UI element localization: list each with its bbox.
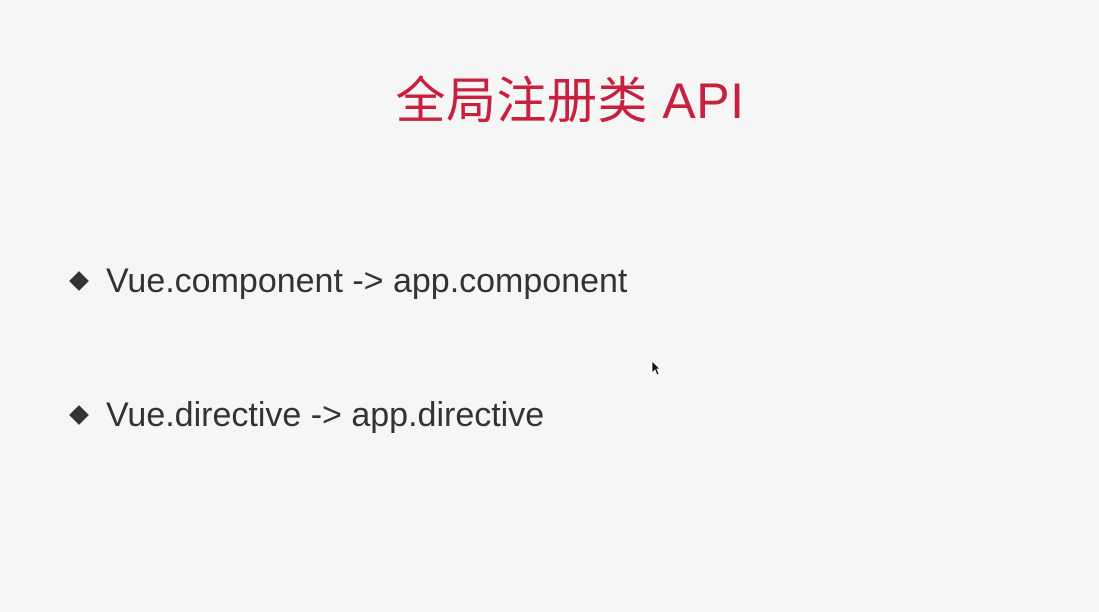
bullet-item-directive: Vue.directive -> app.directive — [66, 389, 627, 441]
bullet-list: Vue.component -> app.component Vue.direc… — [66, 255, 627, 441]
mouse-pointer-icon — [651, 360, 660, 376]
diamond-bullet-icon — [66, 268, 92, 294]
diamond-bullet-icon — [66, 402, 92, 428]
presentation-slide: 全局注册类 API Vue.component -> app.component… — [0, 0, 1099, 612]
bullet-item-component: Vue.component -> app.component — [66, 255, 627, 307]
slide-title: 全局注册类 API — [395, 73, 745, 129]
bullet-text-directive: Vue.directive -> app.directive — [106, 396, 545, 434]
bullet-text-component: Vue.component -> app.component — [106, 262, 628, 300]
